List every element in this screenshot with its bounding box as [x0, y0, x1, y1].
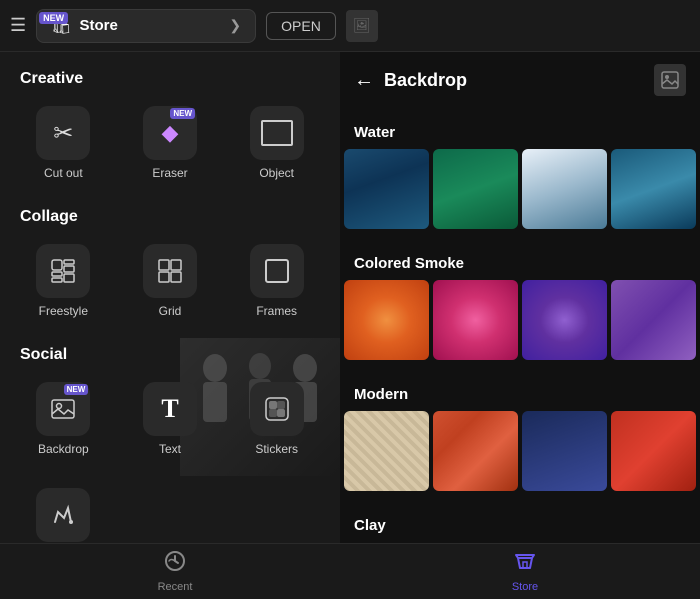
- tool-cutout[interactable]: ✂ Cut out: [10, 98, 117, 188]
- backdrop-header: ← Backdrop: [340, 52, 700, 108]
- tool-freestyle[interactable]: Freestyle: [10, 236, 117, 326]
- tool-frames[interactable]: Frames: [223, 236, 330, 326]
- modern-section: Modern: [340, 370, 700, 501]
- text-icon-wrap: T: [143, 382, 197, 436]
- tool-text[interactable]: T Text: [117, 374, 224, 464]
- water-images-row: [340, 149, 700, 229]
- tool-grid[interactable]: Grid: [117, 236, 224, 326]
- stickers-label: Stickers: [255, 442, 298, 456]
- image-thumbnail: 🖼: [346, 10, 378, 42]
- backdrop-label: Backdrop: [38, 442, 89, 456]
- smoke-image-1[interactable]: [344, 280, 429, 360]
- cutout-icon-wrap: ✂: [36, 106, 90, 160]
- store-nav-label: Store: [512, 581, 538, 593]
- recent-svg-icon: [164, 550, 186, 572]
- left-panel: Creative ✂ Cut out NEW ◆ Eraser Object: [0, 52, 340, 543]
- clay-section: Clay: [340, 501, 700, 543]
- frames-icon: [264, 258, 290, 284]
- creative-tools-row: ✂ Cut out NEW ◆ Eraser Object: [0, 94, 340, 200]
- modern-image-4[interactable]: [611, 411, 696, 491]
- smoke-image-2[interactable]: [433, 280, 518, 360]
- tool-stickers[interactable]: Stickers: [223, 374, 330, 464]
- water-image-4[interactable]: [611, 149, 696, 229]
- text-label: Text: [159, 442, 181, 456]
- smoke-images-row: [340, 280, 700, 360]
- eraser-icon-wrap: NEW ◆: [143, 106, 197, 160]
- grid-icon: [157, 258, 183, 284]
- tool-backdrop[interactable]: NEW Backdrop: [10, 374, 117, 464]
- cutout-label: Cut out: [44, 166, 83, 180]
- top-bar: ☰ NEW 🛍 Store ❯ OPEN 🖼: [0, 0, 700, 52]
- open-button[interactable]: OPEN: [266, 12, 336, 40]
- backdrop-title: Backdrop: [384, 70, 644, 91]
- grid-label: Grid: [159, 304, 182, 318]
- doodle-icon-wrap: [36, 488, 90, 542]
- water-title: Water: [340, 118, 700, 149]
- stickers-icon-wrap: [250, 382, 304, 436]
- freestyle-icon-wrap: [36, 244, 90, 298]
- main-content: Creative ✂ Cut out NEW ◆ Eraser Object: [0, 52, 700, 543]
- right-panel: ← Backdrop Water Colored Smoke: [340, 52, 700, 543]
- social-tools-row: NEW Backdrop T Text: [0, 370, 340, 476]
- backdrop-new-badge: NEW: [64, 384, 89, 395]
- object-icon: [261, 120, 293, 146]
- image-icon: 🖼: [353, 17, 371, 34]
- section-creative-title: Creative: [0, 62, 340, 94]
- nav-store[interactable]: Store: [350, 544, 700, 599]
- tool-object[interactable]: Object: [223, 98, 330, 188]
- landscape-icon: [661, 71, 679, 89]
- section-collage-title: Collage: [0, 200, 340, 232]
- eraser-label: Eraser: [152, 166, 187, 180]
- water-image-1[interactable]: [344, 149, 429, 229]
- collage-tools-row: Freestyle Grid: [0, 232, 340, 338]
- store-arrow: ❯: [229, 17, 241, 34]
- recent-label: Recent: [158, 581, 193, 593]
- stickers-icon: [264, 396, 290, 422]
- placeholder-1-wrap: [143, 488, 197, 542]
- store-button[interactable]: NEW 🛍 Store ❯: [36, 9, 256, 43]
- smoke-image-4[interactable]: [611, 280, 696, 360]
- backdrop-image-icon: [654, 64, 686, 96]
- freestyle-icon: [50, 258, 76, 284]
- store-nav-icon: [514, 550, 536, 578]
- eraser-new-badge: NEW: [170, 108, 195, 119]
- cutout-icon: ✂: [53, 119, 73, 148]
- smoke-section: Colored Smoke: [340, 239, 700, 370]
- doodle-icon: [50, 502, 76, 528]
- store-label: Store: [79, 17, 117, 34]
- smoke-image-3[interactable]: [522, 280, 607, 360]
- modern-image-2[interactable]: [433, 411, 518, 491]
- freestyle-label: Freestyle: [39, 304, 88, 318]
- modern-images-row: [340, 411, 700, 491]
- water-image-2[interactable]: [433, 149, 518, 229]
- grid-icon-wrap: [143, 244, 197, 298]
- store-svg-icon: [514, 550, 536, 572]
- recent-icon: [164, 550, 186, 578]
- modern-title: Modern: [340, 380, 700, 411]
- nav-recent[interactable]: Recent: [0, 544, 350, 599]
- social-section: Social NEW: [0, 338, 340, 476]
- hamburger-icon[interactable]: ☰: [10, 15, 26, 36]
- frames-icon-wrap: [250, 244, 304, 298]
- backdrop-icon: [50, 396, 76, 422]
- frames-label: Frames: [256, 304, 297, 318]
- modern-image-1[interactable]: [344, 411, 429, 491]
- backdrop-icon-wrap: NEW: [36, 382, 90, 436]
- tool-doodle[interactable]: Doodle: [10, 480, 117, 543]
- doodle-tools-row: Doodle: [0, 476, 340, 543]
- water-image-3[interactable]: [522, 149, 607, 229]
- placeholder-2-wrap: [250, 488, 304, 542]
- text-icon: T: [161, 394, 178, 424]
- water-section: Water: [340, 108, 700, 239]
- bottom-nav: Recent Store: [0, 543, 700, 599]
- tool-eraser[interactable]: NEW ◆ Eraser: [117, 98, 224, 188]
- object-label: Object: [259, 166, 294, 180]
- clay-title: Clay: [340, 511, 700, 542]
- new-badge: NEW: [39, 12, 68, 24]
- object-icon-wrap: [250, 106, 304, 160]
- back-button[interactable]: ←: [354, 69, 374, 92]
- smoke-title: Colored Smoke: [340, 249, 700, 280]
- eraser-icon: ◆: [162, 120, 179, 146]
- modern-image-3[interactable]: [522, 411, 607, 491]
